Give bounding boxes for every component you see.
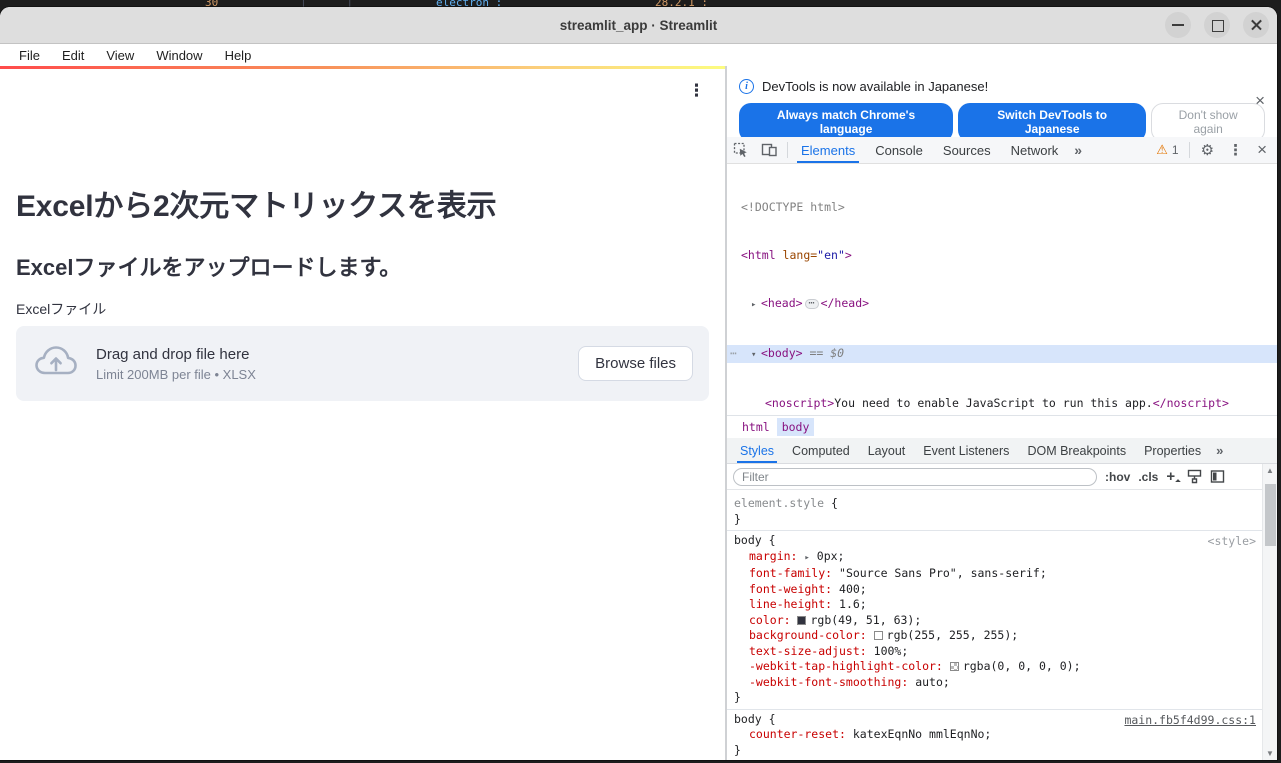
streamlit-app-pane: ⋮ Excelから2次元マトリックスを表示 Excelファイルをアップロードしま…: [0, 66, 725, 760]
device-toolbar-icon[interactable]: [755, 137, 784, 163]
limit-text: Limit 200MB per file • XLSX: [96, 367, 578, 382]
tab-network[interactable]: Network: [1001, 137, 1069, 163]
dom-noscript[interactable]: <noscript>You need to enable JavaScript …: [727, 395, 1277, 411]
window-title: streamlit_app · Streamlit: [560, 18, 718, 33]
color-swatch[interactable]: [797, 616, 806, 625]
browse-files-button[interactable]: Browse files: [578, 346, 693, 381]
minimize-button[interactable]: [1165, 12, 1191, 38]
app-window: streamlit_app · Streamlit File Edit View…: [0, 7, 1277, 760]
menu-view[interactable]: View: [95, 48, 145, 63]
uploader-label: Excelファイル: [16, 299, 106, 319]
drag-drop-text: Drag and drop file here: [96, 346, 578, 363]
breadcrumb-html[interactable]: html: [737, 418, 775, 436]
elements-dom-tree: <!DOCTYPE html> <html lang="en"> ▸<head>…: [727, 164, 1277, 415]
page-title: Excelから2次元マトリックスを表示: [16, 181, 496, 225]
styles-sidebar-tabs: Styles Computed Layout Event Listeners D…: [727, 438, 1277, 464]
close-button[interactable]: [1243, 12, 1269, 38]
menu-file[interactable]: File: [8, 48, 51, 63]
more-sidebar-tabs-icon[interactable]: »: [1210, 438, 1229, 463]
css-rule-body-katex[interactable]: main.fb5f4d99.css:1 body { counter-reset…: [727, 710, 1262, 761]
maximize-button[interactable]: [1204, 12, 1230, 38]
window-controls: [1165, 12, 1269, 38]
app-menu-kebab-icon[interactable]: ⋮: [688, 82, 705, 99]
css-rule-element-style[interactable]: element.style { }: [727, 494, 1262, 531]
tab-sources[interactable]: Sources: [933, 137, 1001, 163]
styles-filter-input[interactable]: [733, 468, 1097, 486]
scrollbar-down-icon[interactable]: ▼: [1266, 747, 1274, 760]
computed-sidebar-toggle-icon[interactable]: [1210, 469, 1225, 484]
toggle-element-classes[interactable]: .cls: [1138, 470, 1158, 484]
menu-edit[interactable]: Edit: [51, 48, 95, 63]
dom-body-selected[interactable]: ⋯▾<body> == $0: [727, 345, 1277, 363]
css-rules-list: element.style { } <style> body { margin:…: [727, 490, 1262, 760]
styles-scrollbar[interactable]: ▲ ▼: [1262, 464, 1277, 760]
warning-icon: ⚠: [1156, 142, 1168, 158]
menubar: File Edit View Window Help: [0, 44, 1277, 66]
menu-help[interactable]: Help: [214, 48, 263, 63]
warning-count: 1: [1172, 143, 1179, 157]
banner-message: DevTools is now available in Japanese!: [762, 79, 988, 94]
toolbar-divider: [787, 142, 788, 158]
info-icon: i: [739, 79, 754, 94]
css-rule-body-style[interactable]: <style> body { margin: ▸ 0px; font-famil…: [727, 531, 1262, 710]
scrollbar-up-icon[interactable]: ▲: [1266, 464, 1274, 477]
devtools-kebab-icon[interactable]: ⋮: [1222, 141, 1249, 159]
inspect-element-icon[interactable]: [727, 137, 755, 163]
toggle-hover-state[interactable]: :hov: [1105, 470, 1130, 484]
rule-origin: <style>: [1208, 534, 1256, 550]
expand-arrow-icon[interactable]: ▸: [751, 297, 761, 313]
menu-window[interactable]: Window: [145, 48, 213, 63]
tab-computed[interactable]: Computed: [783, 438, 859, 463]
cloud-upload-icon: [34, 344, 78, 383]
issues-counter[interactable]: ⚠ 1: [1151, 142, 1183, 158]
color-swatch[interactable]: [874, 631, 883, 640]
devtools-pane: i DevTools is now available in Japanese!…: [725, 66, 1277, 760]
tab-properties[interactable]: Properties: [1135, 438, 1210, 463]
selected-node-marker: == $0: [809, 346, 844, 360]
toolbar-divider: [1189, 142, 1190, 158]
banner-close-icon[interactable]: ×: [1255, 92, 1265, 109]
always-match-language-button[interactable]: Always match Chrome's language: [739, 103, 953, 142]
tab-console[interactable]: Console: [865, 137, 933, 163]
devtools-language-banner: i DevTools is now available in Japanese!…: [727, 66, 1277, 137]
page-subtitle: Excelファイルをアップロードします。: [16, 250, 401, 282]
dom-doctype[interactable]: <!DOCTYPE html>: [727, 199, 1277, 215]
uploader-texts: Drag and drop file here Limit 200MB per …: [96, 346, 578, 382]
new-style-rule-icon[interactable]: +: [1166, 468, 1179, 485]
collapse-arrow-icon[interactable]: ▾: [751, 347, 761, 363]
gutter-dots-icon[interactable]: ⋯: [730, 345, 736, 361]
dom-head[interactable]: ▸<head>⋯</head>: [727, 295, 1277, 313]
collapsed-content-icon[interactable]: ⋯: [805, 299, 819, 309]
dom-breadcrumb: html body: [727, 415, 1277, 438]
expand-arrow-icon[interactable]: ▸: [804, 553, 809, 563]
breadcrumb-body[interactable]: body: [777, 418, 815, 436]
settings-gear-icon[interactable]: ⚙: [1195, 141, 1220, 159]
devtools-close-icon[interactable]: ×: [1251, 140, 1273, 160]
tab-styles[interactable]: Styles: [731, 438, 783, 463]
styles-filter-bar: :hov .cls +: [727, 464, 1262, 490]
tab-layout[interactable]: Layout: [859, 438, 915, 463]
dom-html-open[interactable]: <html lang="en">: [727, 247, 1277, 263]
color-swatch[interactable]: [950, 662, 959, 671]
rule-origin-link: main.fb5f4d99.css:1: [1124, 713, 1256, 729]
devtools-toolbar: Elements Console Sources Network » ⚠ 1 ⚙…: [727, 137, 1277, 164]
scrollbar-thumb[interactable]: [1265, 484, 1276, 546]
tab-event-listeners[interactable]: Event Listeners: [914, 438, 1018, 463]
switch-to-japanese-button[interactable]: Switch DevTools to Japanese: [958, 103, 1146, 142]
dont-show-again-button[interactable]: Don't show again: [1151, 103, 1265, 142]
tab-dom-breakpoints[interactable]: DOM Breakpoints: [1018, 438, 1135, 463]
titlebar[interactable]: streamlit_app · Streamlit: [0, 7, 1277, 44]
tab-elements[interactable]: Elements: [791, 137, 865, 163]
file-uploader-dropzone[interactable]: Drag and drop file here Limit 200MB per …: [16, 326, 709, 401]
more-tabs-icon[interactable]: »: [1068, 137, 1088, 163]
rendering-emulation-icon[interactable]: [1187, 469, 1202, 484]
streamlit-decoration-bar: [0, 66, 725, 69]
